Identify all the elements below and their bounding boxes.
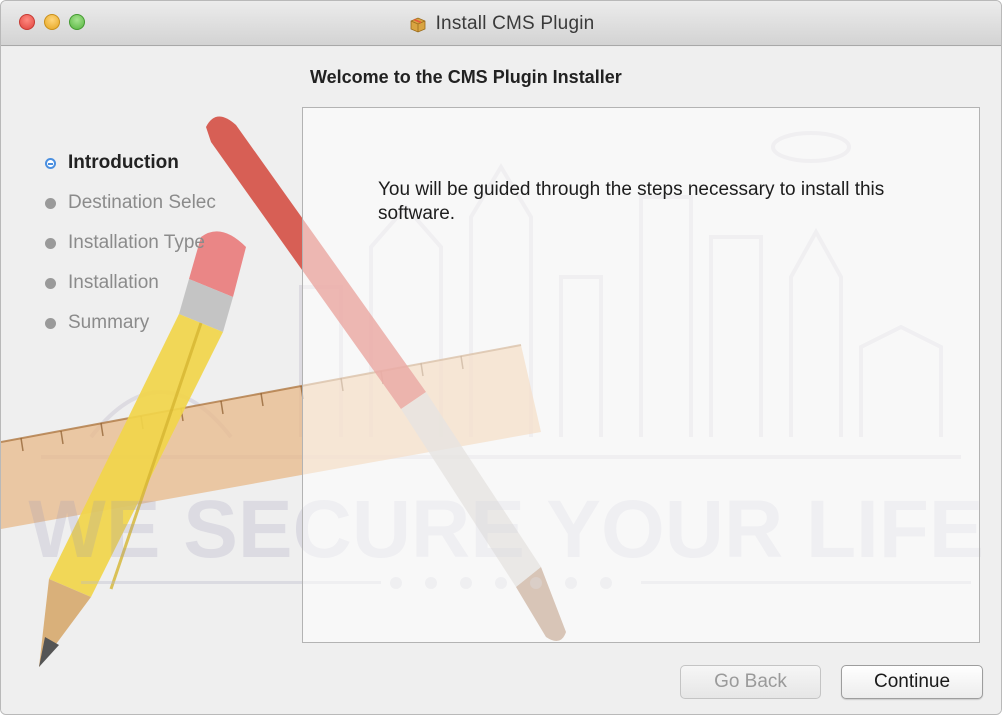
step-summary: Summary bbox=[45, 303, 216, 343]
step-bullet-icon bbox=[45, 197, 56, 209]
installer-steps: Introduction Destination Selec Installat… bbox=[45, 143, 216, 343]
title-bar[interactable]: Install CMS Plugin bbox=[1, 1, 1001, 46]
page-heading: Welcome to the CMS Plugin Installer bbox=[310, 67, 622, 87]
step-label: Summary bbox=[68, 312, 150, 333]
step-bullet-icon bbox=[45, 237, 56, 249]
step-label: Installation Type bbox=[68, 232, 205, 253]
step-installation: Installation bbox=[45, 263, 216, 303]
step-label: Destination Selec bbox=[68, 192, 216, 213]
step-label: Installation bbox=[68, 272, 159, 293]
package-icon bbox=[408, 15, 428, 33]
installer-window: Install CMS Plugin WE Welcome to the CMS… bbox=[0, 0, 1002, 715]
step-label: Introduction bbox=[68, 152, 179, 173]
step-introduction: Introduction bbox=[45, 143, 216, 183]
content-panel: You will be guided through the steps nec… bbox=[302, 107, 980, 643]
welcome-message: You will be guided through the steps nec… bbox=[378, 179, 885, 224]
step-destination-select: Destination Selec bbox=[45, 183, 216, 223]
step-current-icon bbox=[45, 157, 56, 169]
installer-content: WE SECURE YOUR LIFE Welcome to the CMS P… bbox=[1, 47, 1001, 714]
window-title-group: Install CMS Plugin bbox=[1, 1, 1001, 46]
continue-button[interactable]: Continue bbox=[841, 665, 983, 699]
window-title: Install CMS Plugin bbox=[435, 12, 595, 34]
step-bullet-icon bbox=[45, 277, 56, 289]
step-bullet-icon bbox=[45, 317, 56, 329]
go-back-button[interactable]: Go Back bbox=[680, 665, 821, 699]
step-installation-type: Installation Type bbox=[45, 223, 216, 263]
